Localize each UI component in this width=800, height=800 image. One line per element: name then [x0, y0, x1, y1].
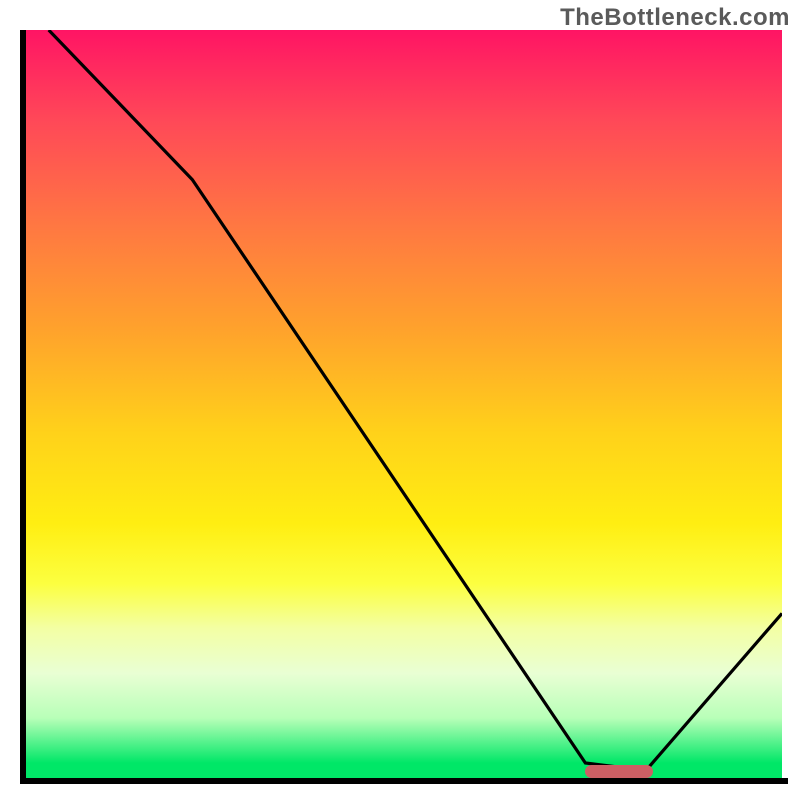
bottleneck-curve: [26, 30, 782, 778]
x-axis: [20, 778, 788, 784]
watermark-text: TheBottleneck.com: [560, 4, 790, 32]
y-axis: [20, 30, 26, 784]
optimal-range-marker: [585, 765, 653, 778]
chart-plot-area: [26, 30, 782, 778]
curve-path: [49, 30, 782, 771]
